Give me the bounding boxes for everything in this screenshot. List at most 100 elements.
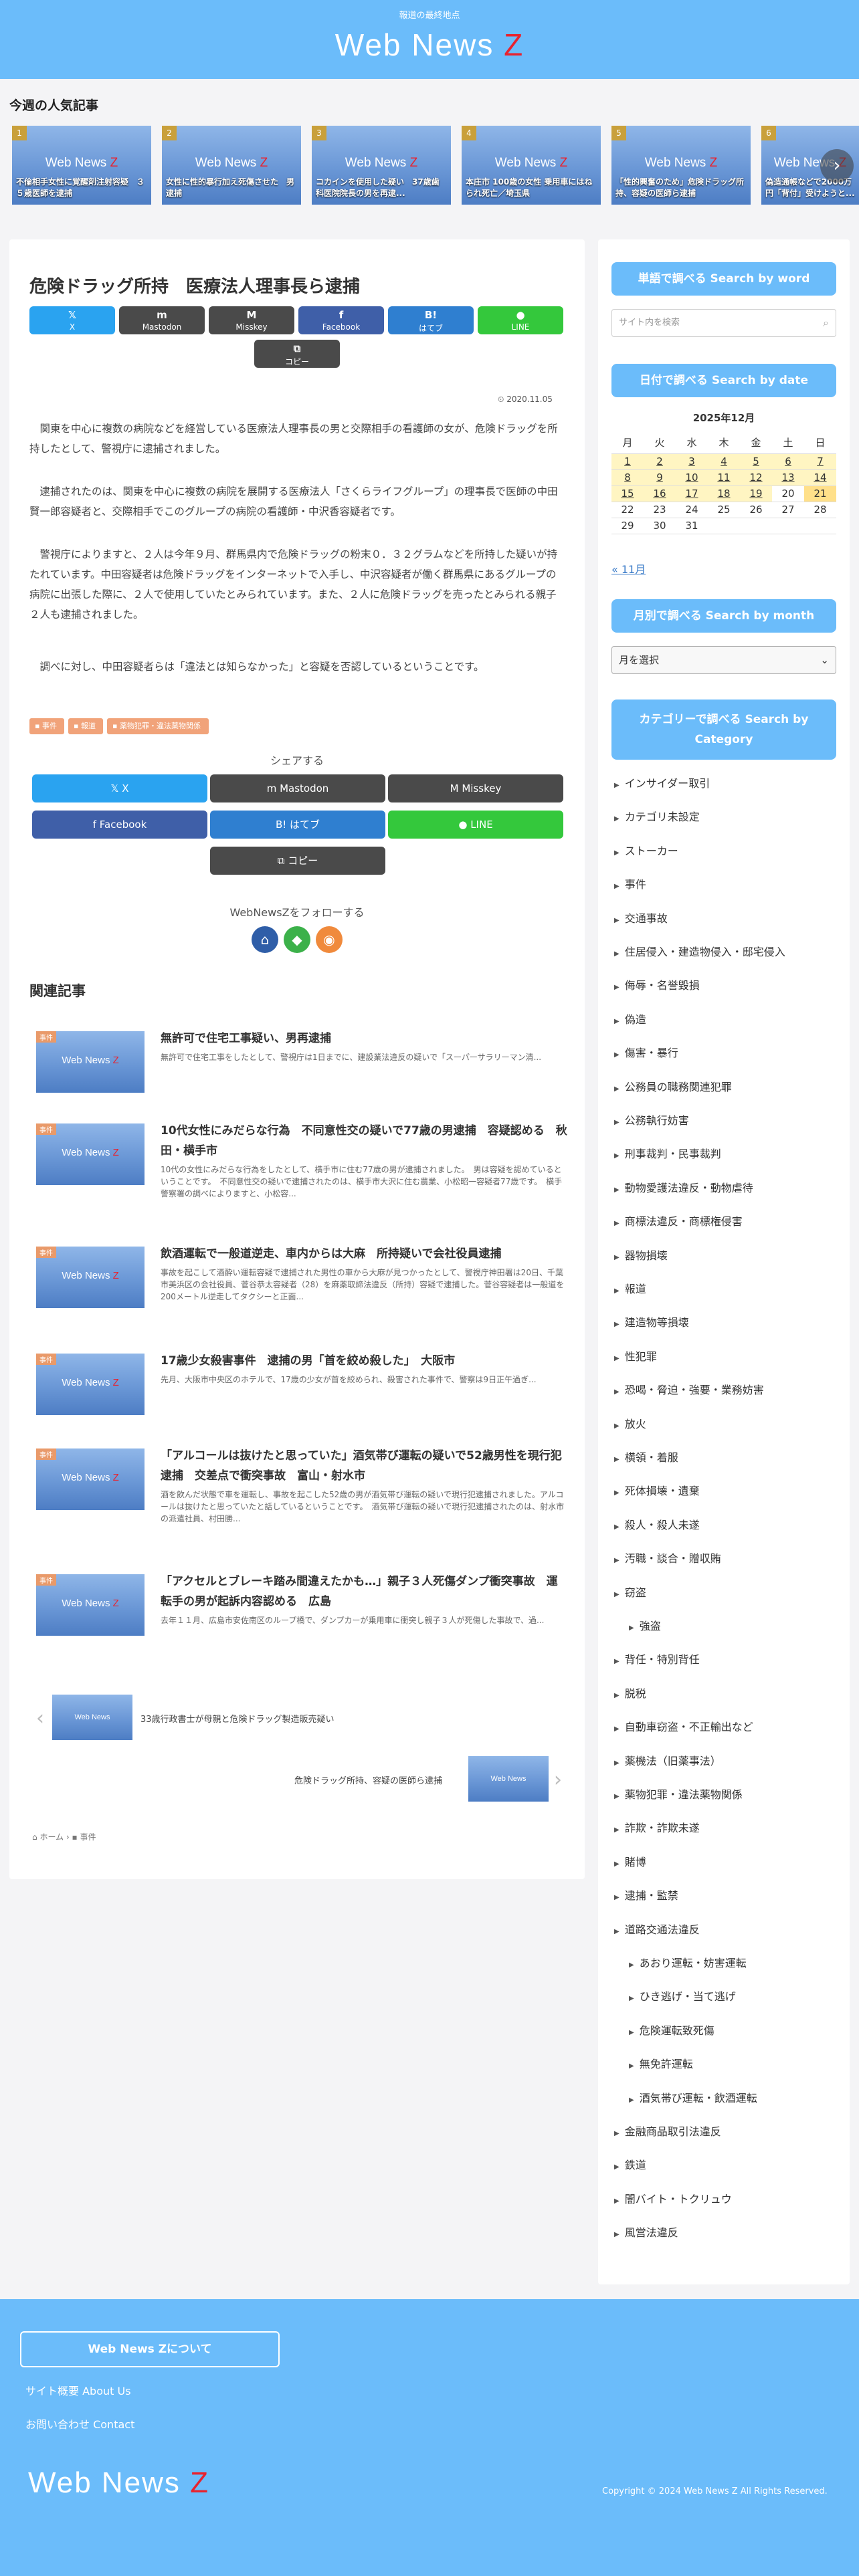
carousel-next-icon[interactable]: ›	[820, 149, 854, 183]
category-item[interactable]: ▶ 侮辱・名誉毀損	[614, 976, 700, 992]
copy-link-button[interactable]: ⧉ コピー	[254, 340, 340, 368]
category-item[interactable]: ▶ 汚職・談合・贈収賄	[614, 1549, 721, 1566]
share-mastodon-button[interactable]: m Mastodon	[119, 306, 205, 334]
calendar-day[interactable]: 16	[644, 486, 676, 502]
calendar-day[interactable]: 8	[611, 469, 644, 486]
tag-link[interactable]: ▪ 報道	[68, 718, 103, 734]
prev-month-link[interactable]: « 11月	[611, 560, 646, 576]
footer-link-contact[interactable]: お問い合わせ Contact	[25, 2416, 134, 2432]
popular-card[interactable]: Web News Z 4 本庄市 100歳の女性 乗用車にはねられ死亡／埼玉県	[462, 126, 601, 205]
related-article[interactable]: 事件 Web News Z 10代女性にみだらな行為 不同意性交の疑いで77歳の男…	[36, 1123, 571, 1210]
category-item[interactable]: ▶ 偽造	[614, 1010, 646, 1027]
related-article[interactable]: 事件 Web News Z 無許可で住宅工事疑い、男再逮捕 無許可で住宅工事をした…	[36, 1031, 571, 1098]
category-item[interactable]: ▶ 道路交通法違反	[614, 1921, 700, 1937]
related-article[interactable]: 事件 Web News Z 「アクセルとブレーキ踏み間違えたかも…」親子３人死傷ダ…	[36, 1574, 571, 1648]
related-article[interactable]: 事件 Web News Z 「アルコールは抜けたと思っていた」酒気帯び運転の疑いで…	[36, 1448, 571, 1542]
popular-card[interactable]: Web News Z 5 「性的興奮のため」危険ドラッグ所持、容疑の医師ら逮捕	[611, 126, 751, 205]
category-item[interactable]: ▶ 薬物犯罪・違法薬物関係	[614, 1786, 743, 1802]
popular-card[interactable]: Web News Z 2 女性に性的暴行加え死傷させた 男逮捕	[162, 126, 301, 205]
popular-card[interactable]: Web News Z 1 不倫相手女性に覚醒剤注射容疑 ３５歳医師を逮捕	[12, 126, 151, 205]
calendar-day[interactable]: 6	[772, 453, 804, 470]
category-item[interactable]: ▶ 酒気帯び運転・飲酒運転	[629, 2089, 757, 2105]
category-item[interactable]: ▶ 事件	[614, 875, 646, 891]
category-item[interactable]: ▶ 殺人・殺人未遂	[614, 1516, 700, 1532]
category-item[interactable]: ▶ 器物損壊	[614, 1247, 668, 1263]
share-misskey-button[interactable]: M Misskey	[209, 306, 294, 334]
category-item[interactable]: ▶ インサイダー取引	[614, 774, 710, 790]
calendar-day[interactable]: 13	[772, 469, 804, 486]
category-item[interactable]: ▶ 強盗	[629, 1617, 661, 1633]
share-hatebu-button-large[interactable]: B! はてブ	[210, 811, 385, 839]
category-item[interactable]: ▶ 性犯罪	[614, 1348, 657, 1364]
category-item[interactable]: ▶ 交通事故	[614, 909, 668, 926]
category-item[interactable]: ▶ 傷害・暴行	[614, 1044, 678, 1060]
category-item[interactable]: ▶ 動物愛護法違反・動物虐待	[614, 1179, 753, 1195]
category-item[interactable]: ▶ 刑事裁判・民事裁判	[614, 1145, 721, 1161]
category-item[interactable]: ▶ 恐喝・脅迫・強要・業務妨害	[614, 1381, 764, 1397]
calendar-day[interactable]: 12	[740, 469, 772, 486]
breadcrumb-category[interactable]: 事件	[80, 1832, 96, 1842]
category-item[interactable]: ▶ 脱税	[614, 1685, 646, 1701]
category-item[interactable]: ▶ 賭博	[614, 1853, 646, 1869]
share-hatebu-button[interactable]: B! はてブ	[388, 306, 474, 334]
category-item[interactable]: ▶ 公務員の職務関連犯罪	[614, 1078, 732, 1094]
calendar-day[interactable]: 14	[804, 469, 836, 486]
category-item[interactable]: ▶ 風営法違反	[614, 2224, 678, 2240]
calendar-day[interactable]: 7	[804, 453, 836, 470]
calendar-day[interactable]: 15	[611, 486, 644, 502]
category-item[interactable]: ▶ カテゴリ未設定	[614, 808, 700, 824]
footer-link-about[interactable]: サイト概要 About Us	[25, 2382, 131, 2398]
share-mastodon-button-large[interactable]: m Mastodon	[210, 774, 385, 802]
calendar-day[interactable]: 19	[740, 486, 772, 502]
rss-icon[interactable]: ◉	[316, 926, 343, 953]
share-facebook-button-large[interactable]: f Facebook	[32, 811, 207, 839]
calendar-day[interactable]: 10	[676, 469, 708, 486]
category-item[interactable]: ▶ 金融商品取引法違反	[614, 2123, 721, 2139]
category-item[interactable]: ▶ 危険運転致死傷	[629, 2022, 714, 2038]
category-item[interactable]: ▶ 闇バイト・トクリュウ	[614, 2190, 732, 2206]
category-item[interactable]: ▶ あおり運転・妨害運転	[629, 1954, 747, 1970]
share-facebook-button[interactable]: f Facebook	[298, 306, 384, 334]
category-item[interactable]: ▶ 無免許運転	[629, 2055, 693, 2071]
related-article[interactable]: 事件 Web News Z 17歳少女殺害事件 逮捕の男「首を絞め殺した」 大阪市…	[36, 1354, 571, 1420]
calendar-day[interactable]: 1	[611, 453, 644, 470]
calendar-day[interactable]: 9	[644, 469, 676, 486]
about-button[interactable]: Web News Zについて	[20, 2331, 280, 2367]
share-x-button[interactable]: 𝕏X	[29, 306, 115, 334]
category-item[interactable]: ▶ ひき逃げ・当て逃げ	[629, 1988, 736, 2004]
calendar-day[interactable]: 11	[708, 469, 740, 486]
related-article[interactable]: 事件 Web News Z 飲酒運転で一般道逆走、車内からは大麻 所持疑いで会社役…	[36, 1247, 571, 1320]
category-item[interactable]: ▶ 商標法違反・商標権侵害	[614, 1212, 743, 1228]
category-item[interactable]: ▶ 死体損壊・遺棄	[614, 1482, 700, 1498]
category-item[interactable]: ▶ 建造物等損壊	[614, 1313, 689, 1329]
breadcrumb-home[interactable]: ホーム	[39, 1832, 64, 1842]
category-item[interactable]: ▶ 報道	[614, 1280, 646, 1296]
calendar-day[interactable]: 18	[708, 486, 740, 502]
calendar-day[interactable]: 3	[676, 453, 708, 470]
category-item[interactable]: ▶ 鉄道	[614, 2156, 646, 2172]
search-input[interactable]: サイト内を検索 ⌕	[611, 309, 836, 337]
calendar-day[interactable]: 2	[644, 453, 676, 470]
search-icon[interactable]: ⌕	[823, 310, 829, 336]
home-icon[interactable]: ⌂	[252, 926, 278, 953]
category-item[interactable]: ▶ 自動車窃盗・不正輸出など	[614, 1718, 753, 1734]
category-item[interactable]: ▶ 薬機法（旧薬事法）	[614, 1752, 721, 1768]
share-line-button[interactable]: ● LINE	[478, 306, 563, 334]
tag-link[interactable]: ▪ 事件	[29, 718, 64, 734]
category-item[interactable]: ▶ 逮捕・監禁	[614, 1887, 678, 1903]
footer-logo[interactable]: Web News Z	[28, 2466, 209, 2500]
month-select[interactable]: 月を選択 ⌄	[611, 646, 836, 674]
feedly-icon[interactable]: ◆	[284, 926, 310, 953]
category-item[interactable]: ▶ 住居侵入・建造物侵入・邸宅侵入	[614, 943, 785, 959]
prev-post-link[interactable]: ‹ Web News 33歳行政書士が母親と危険ドラッグ製造販売疑い	[36, 1695, 571, 1741]
category-item[interactable]: ▶ 背任・特別背任	[614, 1650, 700, 1667]
calendar-day[interactable]: 17	[676, 486, 708, 502]
category-item[interactable]: ▶ 窃盗	[614, 1584, 646, 1600]
tag-link[interactable]: ▪ 薬物犯罪・違法薬物関係	[107, 718, 209, 734]
category-item[interactable]: ▶ 詐欺・詐欺未遂	[614, 1819, 700, 1835]
share-line-button-large[interactable]: ● LINE	[388, 811, 563, 839]
category-item[interactable]: ▶ 横領・着服	[614, 1448, 678, 1465]
share-misskey-button-large[interactable]: M Misskey	[388, 774, 563, 802]
share-x-button-large[interactable]: 𝕏 X	[32, 774, 207, 802]
calendar-day[interactable]: 5	[740, 453, 772, 470]
